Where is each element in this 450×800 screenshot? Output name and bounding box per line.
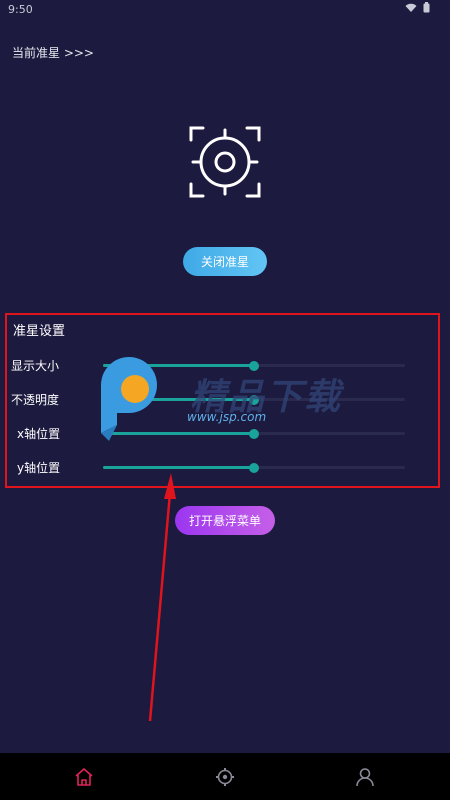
- close-crosshair-button[interactable]: 关闭准星: [183, 247, 267, 276]
- home-icon[interactable]: [74, 767, 94, 787]
- slider-thumb[interactable]: [249, 463, 259, 473]
- status-bar: 9:50: [0, 0, 450, 20]
- current-crosshair-label: 当前准星 >>>: [12, 46, 94, 60]
- open-floating-menu-button[interactable]: 打开悬浮菜单: [175, 506, 275, 535]
- setting-label-opacity: 不透明度: [11, 393, 60, 407]
- crosshair-icon: [189, 126, 261, 198]
- setting-label-y: y轴位置: [17, 461, 61, 475]
- watermark: 精品下载 www.jsp.com: [95, 355, 355, 445]
- setting-row-y: y轴位置: [7, 457, 438, 477]
- status-time: 9:50: [8, 3, 33, 16]
- setting-label-size: 显示大小: [11, 359, 60, 373]
- arrow-annotation-icon: [148, 473, 176, 722]
- watermark-logo-icon: [101, 357, 157, 441]
- watermark-url: www.jsp.com: [187, 410, 267, 424]
- settings-title: 准星设置: [13, 324, 66, 339]
- user-icon[interactable]: [355, 767, 375, 787]
- wifi-icon: [405, 3, 417, 12]
- battery-icon: [423, 2, 430, 13]
- setting-label-x: x轴位置: [17, 427, 61, 441]
- status-icons: [405, 2, 430, 13]
- bottom-navigation: [0, 753, 450, 800]
- crosshair-settings-icon[interactable]: [215, 767, 235, 787]
